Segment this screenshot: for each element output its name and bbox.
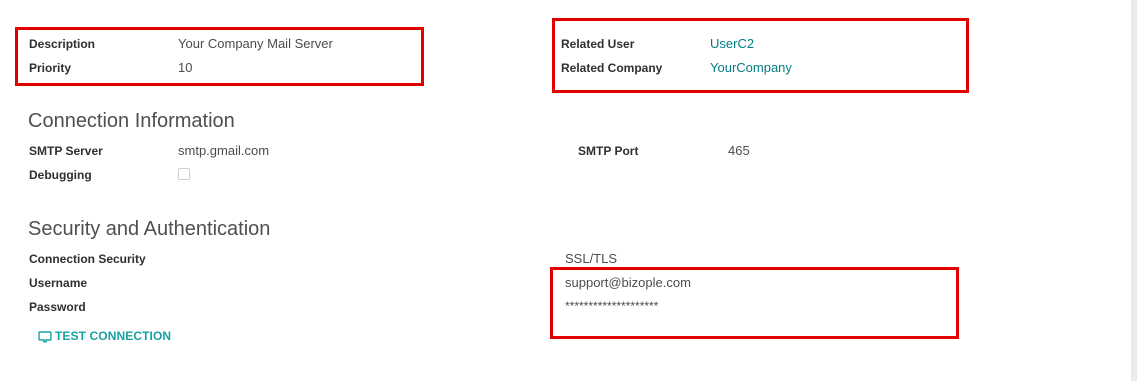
smtp-server-field[interactable]: smtp.gmail.com <box>178 143 269 158</box>
debugging-label: Debugging <box>29 168 92 182</box>
debugging-checkbox[interactable] <box>178 168 190 180</box>
form-sheet: Description Your Company Mail Server Pri… <box>0 0 1131 381</box>
test-connection-label: TEST CONNECTION <box>55 329 172 343</box>
password-label: Password <box>29 300 86 314</box>
security-heading: Security and Authentication <box>28 218 271 240</box>
test-connection-button[interactable]: TEST CONNECTION <box>38 327 171 345</box>
highlight-box-general <box>15 27 424 86</box>
highlight-box-credentials <box>550 267 959 339</box>
highlight-box-related <box>552 18 969 93</box>
connection-security-label: Connection Security <box>29 252 146 266</box>
connection-security-field[interactable]: SSL/TLS <box>565 251 617 266</box>
smtp-server-label: SMTP Server <box>29 144 103 158</box>
monitor-icon <box>38 330 52 343</box>
username-label: Username <box>29 276 88 290</box>
smtp-port-field[interactable]: 465 <box>728 143 750 158</box>
connection-heading: Connection Information <box>28 110 235 132</box>
page-edge <box>1131 0 1137 381</box>
smtp-port-label: SMTP Port <box>578 144 639 158</box>
